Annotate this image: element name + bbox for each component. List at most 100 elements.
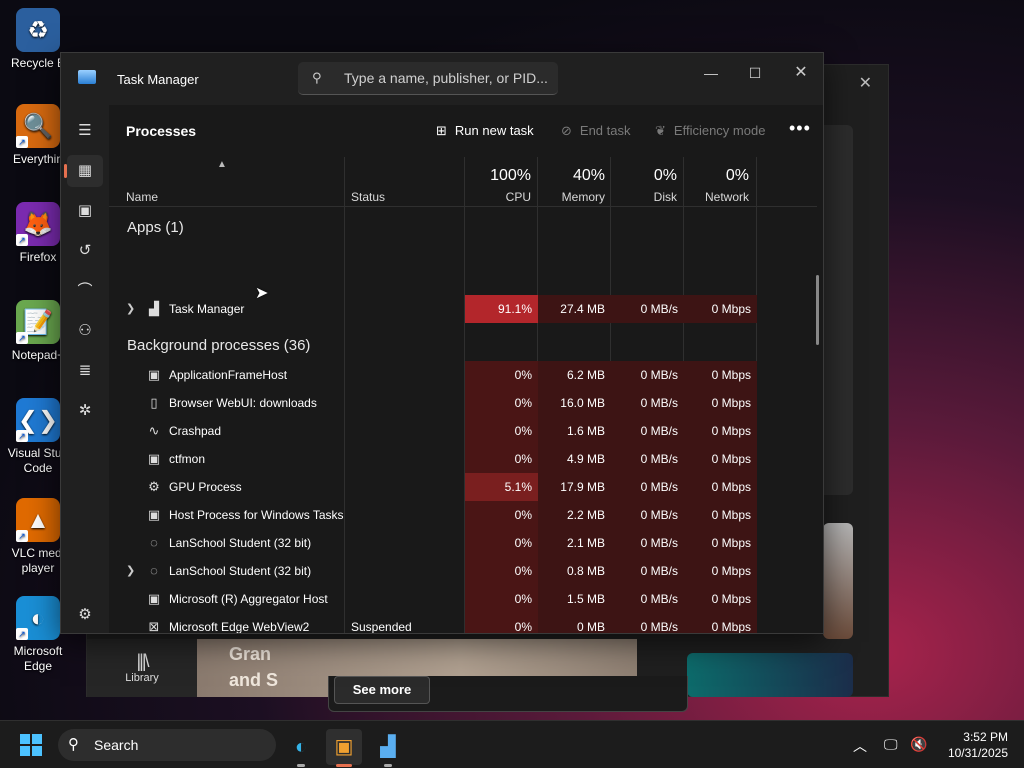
process-row[interactable]: ▣ ctfmon 0% 4.9 MB 0 MB/s 0 Mbps <box>109 445 817 473</box>
store-close-icon[interactable]: ✕ <box>859 73 872 93</box>
nav-details-icon[interactable]: ≣ <box>67 355 103 387</box>
end-task-button[interactable]: ⊘ End task <box>561 123 631 139</box>
network-cell: 0 Mbps <box>684 295 757 323</box>
process-name: Browser WebUI: downloads <box>169 396 317 410</box>
process-row[interactable]: ▣ Host Process for Windows Tasks 0% 2.2 MB 0… <box>109 501 817 529</box>
efficiency-mode-button[interactable]: ❦ Efficiency mode <box>655 123 765 139</box>
more-options-icon[interactable]: ••• <box>789 118 811 139</box>
cpu-cell: 0% <box>465 557 538 585</box>
chevron-right-icon[interactable]: ❯ <box>126 302 135 315</box>
memory-cell: 0 MB <box>538 613 611 633</box>
column-status[interactable]: Status <box>351 190 385 204</box>
search-input[interactable] <box>344 68 549 88</box>
process-name: Task Manager <box>169 302 245 316</box>
start-button[interactable] <box>20 734 42 756</box>
app-icon: 🔍 ↗ <box>16 104 60 148</box>
see-more-button[interactable]: See more <box>334 676 430 704</box>
disk-cell: 0 MB/s <box>611 529 684 557</box>
process-name: ctfmon <box>169 452 206 466</box>
gear-icon: ⚙ <box>148 479 160 494</box>
nav-app-history-icon[interactable]: ↺ <box>67 235 103 267</box>
column-cpu[interactable]: CPU <box>465 190 531 204</box>
search-box[interactable]: ⚲ <box>298 62 558 95</box>
maximize-button[interactable]: ☐ <box>733 59 777 87</box>
cpu-total-percent[interactable]: 100% <box>465 167 531 185</box>
volume-muted-icon[interactable]: 🔇 <box>910 736 927 753</box>
disk-cell: 0 MB/s <box>611 585 684 613</box>
taskbar-search[interactable]: ⚲ Search <box>58 729 276 761</box>
network-cell: 0 Mbps <box>684 585 757 613</box>
search-icon: ⚲ <box>68 736 79 753</box>
disk-cell: 0 MB/s <box>611 557 684 585</box>
library-button[interactable]: |||\ Library <box>87 639 197 697</box>
shortcut-arrow-icon: ↗ <box>16 136 28 148</box>
disk-cell: 0 MB/s <box>611 501 684 529</box>
mouse-cursor: ➤ <box>255 285 269 302</box>
minimize-button[interactable]: — <box>689 59 733 87</box>
network-icon[interactable]: 🖵 <box>884 736 898 753</box>
memory-total-percent[interactable]: 40% <box>539 167 605 185</box>
store-banner[interactable] <box>687 653 853 697</box>
shortcut-arrow-icon: ↗ <box>16 332 28 344</box>
chevron-right-icon[interactable]: ❯ <box>126 564 135 577</box>
window-icon: ▣ <box>147 451 161 466</box>
process-row[interactable]: ◌ LanSchool Student (32 bit) 0% 2.1 MB 0 MB/… <box>109 529 817 557</box>
network-cell: 0 Mbps <box>684 473 757 501</box>
column-header-row: ▲ Name Status 100% CPU 40% Memory 0% Dis… <box>109 157 817 207</box>
edge-taskbar-icon[interactable]: ◐ <box>283 729 319 767</box>
process-row[interactable]: ⚙ GPU Process 5.1% 17.9 MB 0 MB/s 0 Mbps <box>109 473 817 501</box>
network-total-percent[interactable]: 0% <box>683 167 749 185</box>
nav-users-icon[interactable]: ⚇ <box>67 315 103 347</box>
store-taskbar-icon[interactable]: ▣ <box>326 729 362 767</box>
store-thumbnail[interactable] <box>823 523 853 639</box>
desktop-icon-label: Edge <box>23 659 53 673</box>
scrollbar[interactable] <box>816 275 819 345</box>
group-header-background[interactable]: Background processes (36) <box>127 337 310 354</box>
run-new-task-button[interactable]: ⊞ Run new task <box>436 123 534 139</box>
network-cell: 0 Mbps <box>684 361 757 389</box>
process-name: LanSchool Student (32 bit) <box>169 536 312 550</box>
nav-services-icon[interactable]: ✲ <box>67 395 103 427</box>
cpu-cell: 0% <box>465 613 538 633</box>
search-icon: ⚲ <box>312 70 322 85</box>
shortcut-arrow-icon: ↗ <box>16 628 28 640</box>
process-row[interactable]: ▯ Browser WebUI: downloads 0% 16.0 MB 0 MB/s… <box>109 389 817 417</box>
clock[interactable]: 3:52 PM 10/31/2025 <box>938 729 1008 761</box>
spinner-icon: ◌ <box>150 563 158 578</box>
process-row[interactable]: ❯ ◌ LanSchool Student (32 bit) 0% 0.8 MB 0 MB… <box>109 557 817 585</box>
process-row[interactable]: ❯ ▟ Task Manager 91.1% 27.4 MB 0 MB/s 0 Mbps <box>109 295 817 323</box>
cpu-cell: 91.1% <box>465 295 538 323</box>
app-icon: ▲ ↗ <box>16 498 60 542</box>
task-manager-icon: ▟ <box>149 301 159 316</box>
settings-gear-icon[interactable]: ⚙ <box>67 599 103 631</box>
task-manager-taskbar-icon[interactable]: ▟ <box>370 729 406 767</box>
hamburger-menu-icon[interactable]: ☰ <box>67 115 103 147</box>
cpu-cell: 0% <box>465 585 538 613</box>
memory-cell: 4.9 MB <box>538 445 611 473</box>
network-cell: 0 Mbps <box>684 613 757 633</box>
library-label: Library <box>125 672 159 684</box>
nav-startup-apps-icon[interactable]: ⌒ <box>67 275 103 307</box>
close-button[interactable]: ✕ <box>779 59 823 87</box>
disk-total-percent[interactable]: 0% <box>611 167 677 185</box>
group-header-apps[interactable]: Apps (1) <box>127 219 184 236</box>
memory-cell: 1.6 MB <box>538 417 611 445</box>
disk-cell: 0 MB/s <box>611 445 684 473</box>
shortcut-arrow-icon: ↗ <box>16 530 28 542</box>
process-name: Microsoft (R) Aggregator Host <box>169 592 328 606</box>
column-disk[interactable]: Disk <box>611 190 677 204</box>
chevron-up-icon[interactable]: ︿ <box>853 736 867 756</box>
column-memory[interactable]: Memory <box>539 190 605 204</box>
nav-performance-icon[interactable]: ▣ <box>67 195 103 227</box>
app-icon: 📝 ↗ <box>16 300 60 344</box>
process-row[interactable]: ∿ Crashpad 0% 1.6 MB 0 MB/s 0 Mbps <box>109 417 817 445</box>
process-row[interactable]: ▣ ApplicationFrameHost 0% 6.2 MB 0 MB/s 0 Mbp… <box>109 361 817 389</box>
network-cell: 0 Mbps <box>684 501 757 529</box>
app-icon: ◐ ↗ <box>16 596 60 640</box>
column-name[interactable]: Name <box>126 190 158 204</box>
nav-processes-icon[interactable]: ▦ <box>64 155 103 187</box>
column-network[interactable]: Network <box>683 190 749 204</box>
process-row[interactable]: ▣ Microsoft (R) Aggregator Host 0% 1.5 MB 0 … <box>109 585 817 613</box>
network-cell: 0 Mbps <box>684 389 757 417</box>
process-row[interactable]: ⊠ Microsoft Edge WebView2 Suspended 0% 0 MB 0… <box>109 613 817 633</box>
